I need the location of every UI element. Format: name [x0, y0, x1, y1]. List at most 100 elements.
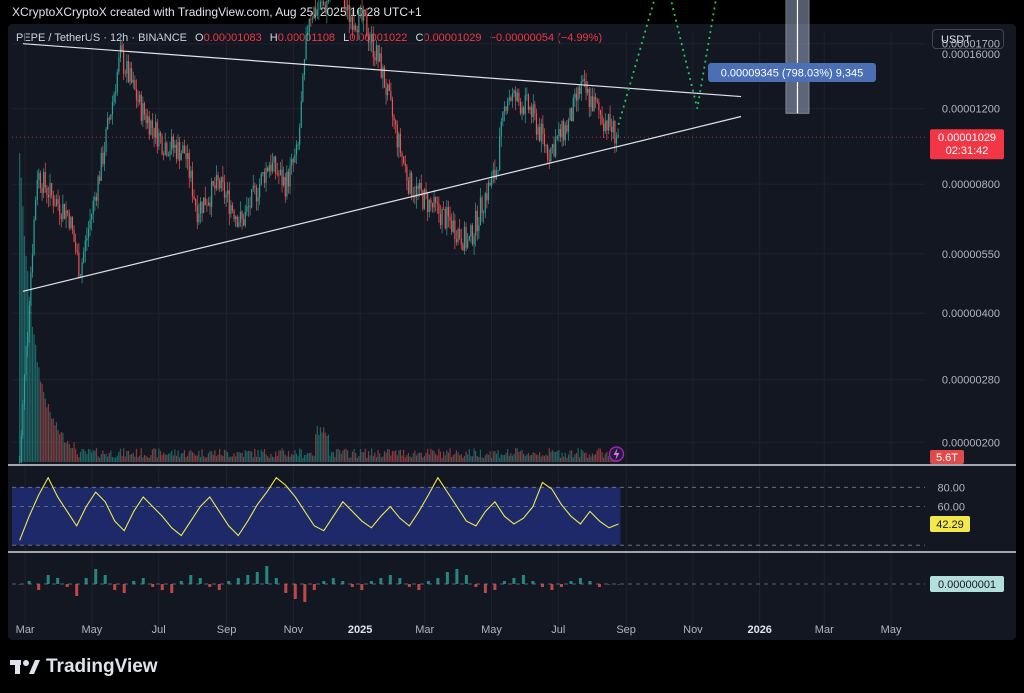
volume-bar: [21, 178, 22, 462]
candle-body: [86, 238, 87, 241]
candle-body: [437, 202, 438, 203]
candle-body: [38, 173, 39, 180]
volume-bars: [19, 153, 619, 462]
volume-bar: [30, 312, 31, 462]
macd-bar: [379, 578, 382, 584]
candle-body: [595, 97, 596, 101]
candle-body: [347, 5, 348, 10]
volume-bar: [358, 456, 359, 462]
volume-bar: [281, 448, 282, 462]
projection-line[interactable]: [618, 0, 764, 125]
volume-bar: [75, 449, 76, 462]
volume-bar: [128, 451, 129, 462]
candle-body: [366, 16, 367, 36]
candle-body: [221, 177, 222, 189]
candle-body: [241, 212, 242, 219]
volume-bar: [193, 454, 194, 462]
volume-bar: [342, 450, 343, 462]
candle-body: [155, 122, 156, 137]
candle-body: [318, 9, 319, 10]
candle-body: [566, 125, 567, 131]
candle-body: [185, 153, 186, 159]
candle-body: [406, 166, 407, 181]
volume-bar: [64, 443, 65, 462]
volume-bar: [461, 454, 462, 462]
macd-bar: [427, 581, 430, 584]
candle-body: [440, 214, 441, 225]
volume-bar: [368, 451, 369, 462]
candle-body: [315, 8, 316, 16]
candle-body: [246, 206, 247, 211]
candle-body: [307, 32, 308, 35]
candle-body: [213, 181, 214, 185]
price-chart[interactable]: 0.00009345 (798.03%) 9,345 0.000017000.0…: [0, 0, 1024, 693]
triangle-upper-line[interactable]: [23, 44, 741, 97]
volume-bar: [363, 452, 364, 462]
candle-body: [281, 170, 282, 186]
candle-body: [64, 204, 65, 219]
volume-bar: [424, 456, 425, 462]
triangle-lower-line[interactable]: [23, 117, 741, 292]
volume-bar: [257, 450, 258, 462]
candle-body: [550, 148, 551, 161]
candle-body: [49, 183, 50, 197]
volume-bar: [512, 456, 513, 462]
volume-bar: [136, 449, 137, 462]
candle-body: [51, 183, 52, 195]
candle-body: [165, 143, 166, 155]
candle-body: [555, 139, 556, 156]
volume-bar: [190, 450, 191, 462]
volume-bar: [510, 453, 511, 462]
volume-bar: [67, 441, 68, 462]
candle-body: [541, 124, 542, 141]
candle-body: [501, 122, 502, 137]
volume-bar: [205, 458, 206, 462]
candle-body: [613, 121, 614, 132]
candle-body: [454, 220, 455, 239]
candle-body: [371, 34, 372, 42]
volume-bar: [457, 452, 458, 462]
volume-bar: [608, 456, 609, 462]
macd-bar: [351, 584, 354, 587]
candle-body: [617, 135, 618, 138]
candle-body: [270, 165, 271, 172]
volume-bar: [198, 451, 199, 462]
volume-bar: [288, 451, 289, 462]
volume-bar: [320, 427, 321, 462]
candle-body: [232, 205, 233, 211]
price-axis[interactable]: 0.000017000.000012000.000008000.00000550…: [896, 0, 1004, 592]
time-axis[interactable]: MarMayJulSepNov2025MarMayJulSepNov2026Ma…: [16, 624, 902, 636]
candle-body: [445, 209, 446, 228]
candle-body: [510, 97, 511, 100]
volume-bar: [312, 455, 313, 462]
candle-body: [598, 102, 599, 110]
volume-bar: [413, 453, 414, 462]
candle-body: [523, 107, 524, 114]
volume-bar: [43, 392, 44, 462]
candle-body: [312, 19, 313, 20]
candle-body: [393, 116, 394, 120]
candle-body: [320, 2, 321, 9]
volume-bar: [355, 453, 356, 462]
candle-body: [601, 115, 602, 124]
candle-body: [478, 225, 479, 231]
volume-bar: [78, 457, 79, 462]
volume-bar: [521, 450, 522, 462]
candle-body: [40, 173, 41, 188]
tradingview-brand[interactable]: TradingView: [10, 655, 158, 679]
volume-bar: [275, 452, 276, 462]
volume-bar: [46, 407, 47, 462]
volume-bar: [272, 457, 273, 462]
candle-body: [568, 120, 569, 131]
volume-bar: [326, 436, 327, 462]
candle-body: [325, 5, 326, 12]
volume-bar: [174, 449, 175, 462]
candle-body: [529, 107, 530, 110]
volume-bar: [486, 454, 487, 462]
candle-body: [56, 199, 57, 206]
candle-body: [483, 212, 484, 213]
candle-body: [200, 202, 201, 214]
candle-body: [235, 217, 236, 219]
candle-body: [537, 127, 538, 134]
candle-body: [280, 170, 281, 175]
